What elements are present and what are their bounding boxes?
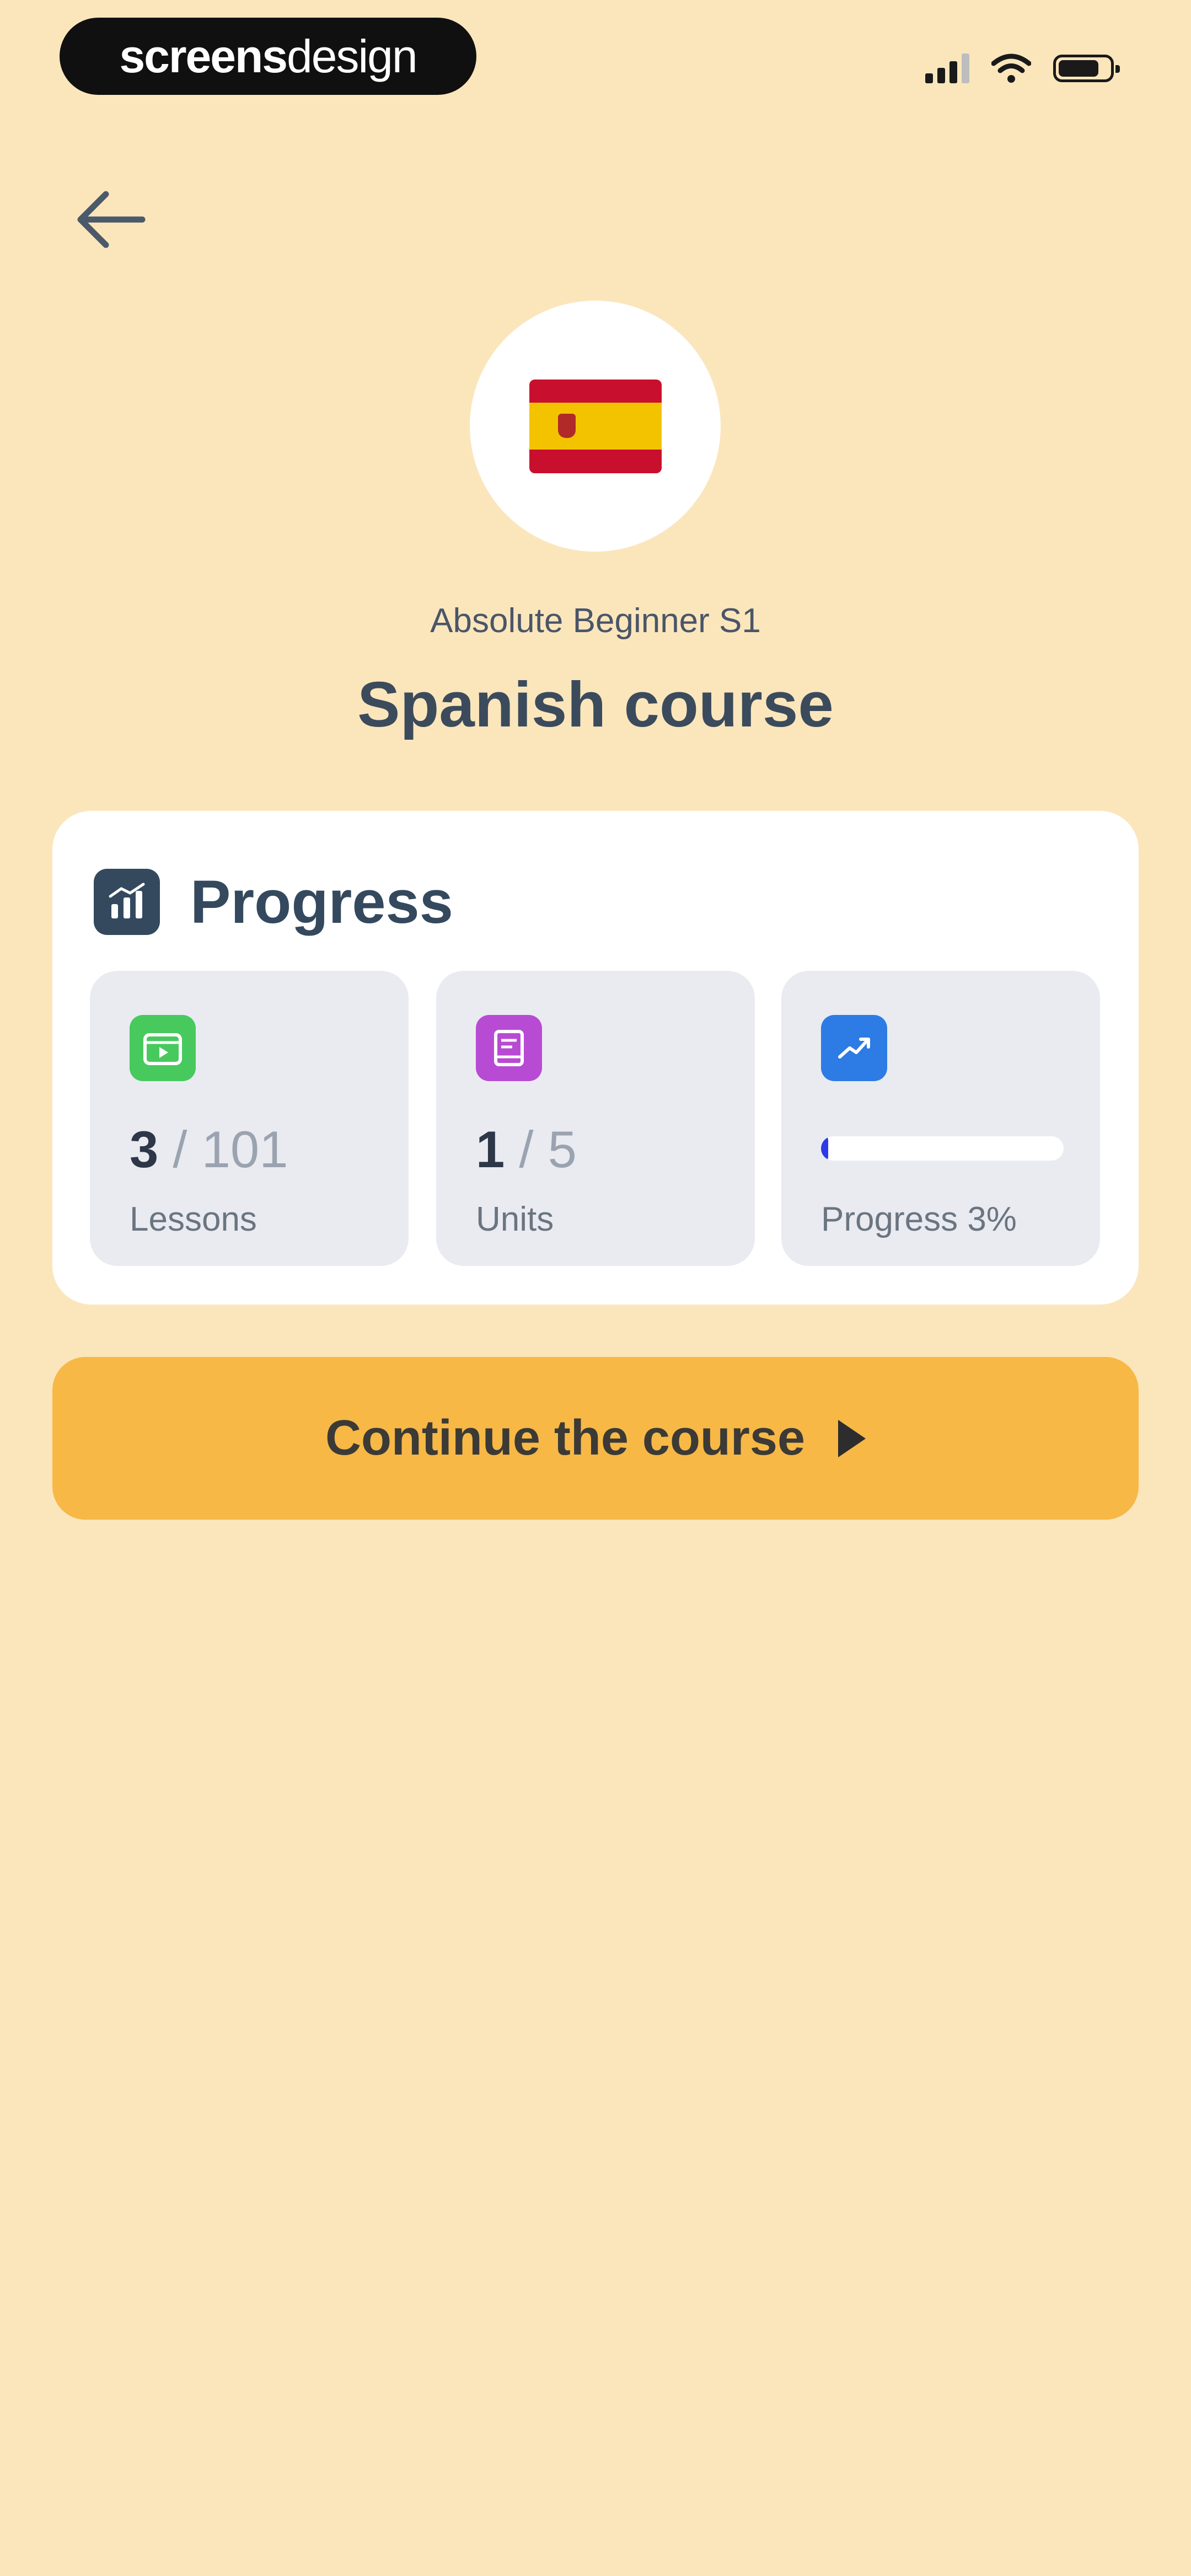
brand-logo-part2: design (287, 30, 418, 82)
lessons-label: Lessons (130, 1200, 257, 1238)
progress-bar (821, 1136, 1064, 1161)
continue-course-label: Continue the course (325, 1410, 806, 1466)
progress-label: Progress 3% (821, 1200, 1017, 1238)
units-total: / 5 (519, 1120, 577, 1178)
back-button[interactable] (66, 175, 154, 264)
video-lesson-icon (130, 1015, 196, 1081)
book-icon (476, 1015, 542, 1081)
play-icon (838, 1419, 866, 1457)
progress-card: Progress 3 / 101 Lessons 1 / 5 Units Pro… (52, 811, 1139, 1305)
units-current: 1 (476, 1120, 505, 1178)
cellular-signal-icon (925, 54, 969, 83)
course-level: Absolute Beginner S1 (430, 602, 761, 640)
units-stat: 1 / 5 Units (436, 971, 755, 1266)
course-title: Spanish course (357, 669, 834, 740)
lessons-value: 3 / 101 (130, 1120, 288, 1179)
brand-logo: screensdesign (60, 18, 476, 95)
progress-stat: Progress 3% (781, 971, 1100, 1266)
course-flag-badge (470, 301, 721, 552)
units-value: 1 / 5 (476, 1120, 577, 1179)
progress-title: Progress (190, 868, 453, 936)
lessons-stat: 3 / 101 Lessons (90, 971, 409, 1266)
battery-icon (1053, 55, 1120, 82)
brand-logo-part1: screens (119, 30, 288, 82)
arrow-left-icon (77, 191, 146, 248)
spain-flag-icon (529, 379, 662, 473)
continue-course-button[interactable]: Continue the course (52, 1357, 1139, 1520)
progress-bar-fill (821, 1136, 829, 1161)
status-bar: screensdesign (0, 0, 1191, 116)
chart-icon (94, 869, 160, 935)
units-label: Units (476, 1200, 554, 1238)
progress-header: Progress (94, 866, 453, 938)
wifi-icon (991, 54, 1031, 83)
status-icons (925, 46, 1120, 90)
trend-up-icon (821, 1015, 887, 1081)
lessons-total: / 101 (173, 1120, 288, 1178)
lessons-current: 3 (130, 1120, 159, 1178)
